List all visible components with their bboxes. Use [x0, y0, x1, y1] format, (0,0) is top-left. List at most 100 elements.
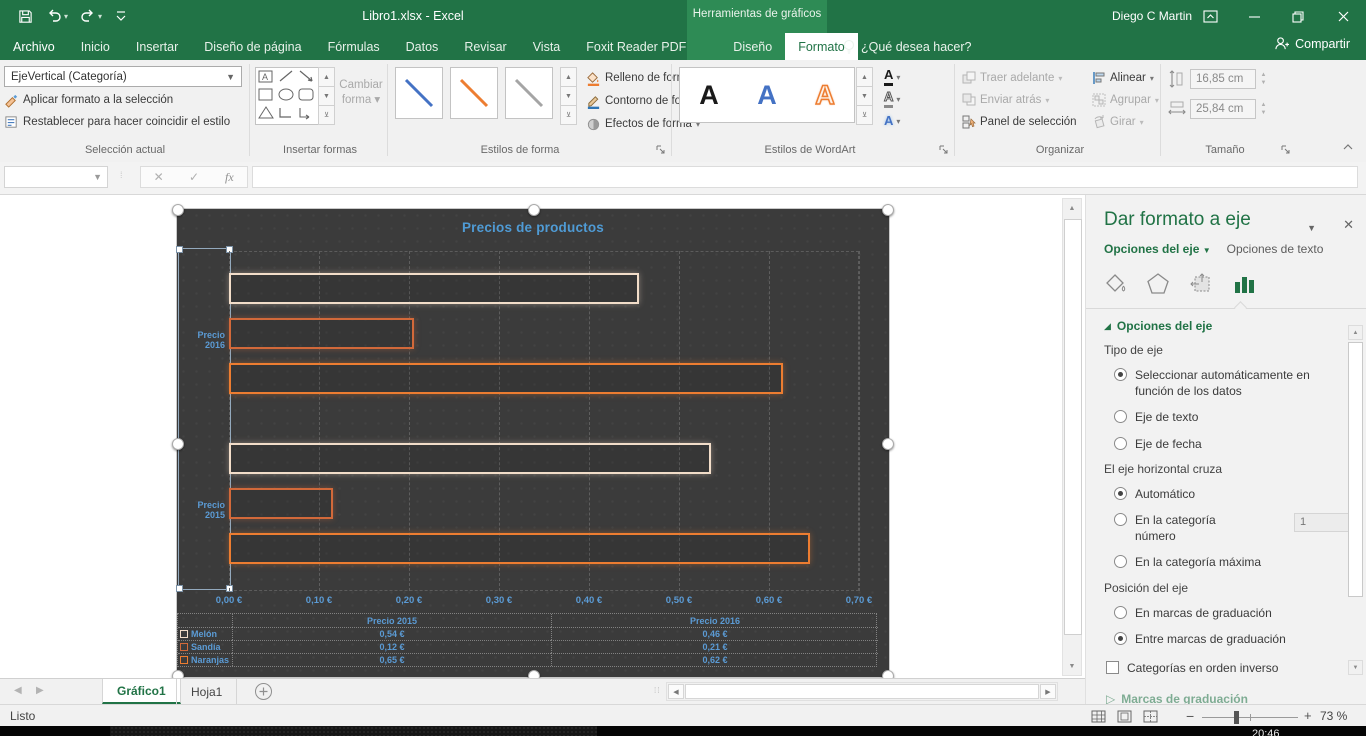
tab-datos[interactable]: Datos — [393, 33, 452, 60]
radio-text-axis[interactable]: Eje de texto — [1114, 409, 1352, 425]
vertical-scroll-thumb[interactable] — [1064, 219, 1082, 635]
gallery-more-button[interactable]: ⊻ — [318, 105, 335, 125]
radio-between-tick-marks[interactable]: Entre marcas de graduación — [1114, 631, 1352, 647]
pane-close-icon[interactable]: ✕ — [1343, 217, 1354, 233]
undo-dropdown-caret[interactable]: ▾ — [64, 12, 68, 21]
tab-formulas[interactable]: Fórmulas — [315, 33, 393, 60]
scroll-down-arrow[interactable]: ▼ — [1064, 658, 1080, 674]
tab-revisar[interactable]: Revisar — [451, 33, 519, 60]
horizontal-scroll-thumb[interactable] — [685, 684, 1039, 699]
scroll-up-arrow[interactable]: ▲ — [1064, 200, 1080, 216]
selection-pane-button[interactable]: Panel de selección — [962, 112, 1077, 132]
horizontal-scrollbar[interactable]: ◀ ▶ — [666, 682, 1058, 701]
page-break-view-button[interactable] — [1138, 707, 1162, 725]
share-button[interactable]: Compartir — [1274, 36, 1350, 51]
bar-Sandía-Precio 2016[interactable] — [229, 318, 414, 349]
pane-scroll-down[interactable]: ▼ — [1348, 660, 1363, 675]
shape-style-thumb-1[interactable] — [395, 67, 443, 119]
wordart-style-black[interactable]: A — [699, 81, 719, 109]
bar-Naranjas-Precio 2016[interactable] — [229, 363, 783, 394]
zoom-out-button[interactable]: − — [1186, 708, 1194, 724]
tab-diseno-herramientas[interactable]: Diseño — [720, 33, 785, 60]
chart-object[interactable]: Precios de productos Precio 2015 Precio 2… — [172, 204, 894, 682]
chart-resize-handle[interactable] — [172, 204, 184, 216]
sheet-tab-grafico1[interactable]: Gráfico1 — [102, 679, 181, 704]
insert-function-button[interactable]: fx — [212, 167, 247, 187]
zoom-percentage[interactable]: 73 % — [1320, 709, 1347, 723]
close-button[interactable] — [1320, 0, 1366, 33]
pane-tab-axis-options[interactable]: Opciones del eje ▼ — [1104, 242, 1211, 256]
bar-Sandía-Precio 2015[interactable] — [229, 488, 333, 519]
styles-down-button[interactable]: ▼ — [560, 86, 577, 106]
chart-data-table[interactable]: Precio 2015 Precio 2016 Melón 0,54 €0,46 € S… — [177, 613, 878, 667]
collapse-ribbon-button[interactable] — [1342, 142, 1354, 152]
chart-element-selector[interactable]: EjeVertical (Categoría) ▼ — [4, 66, 242, 87]
tab-vista[interactable]: Vista — [520, 33, 574, 60]
name-box[interactable]: ▼ — [4, 166, 108, 188]
bar-Naranjas-Precio 2015[interactable] — [229, 533, 810, 564]
apply-format-button[interactable]: Aplicar formato a la selección — [4, 90, 173, 110]
chart-title[interactable]: Precios de productos — [177, 220, 889, 235]
page-layout-view-button[interactable] — [1112, 707, 1136, 725]
sheet-nav-next[interactable]: ▶ — [36, 685, 44, 696]
chart-resize-handle[interactable] — [882, 204, 894, 216]
tab-foxit[interactable]: Foxit Reader PDF — [573, 33, 699, 60]
radio-max-category[interactable]: En la categoría máxima — [1114, 554, 1352, 570]
worksheet-area[interactable]: Precios de productos Precio 2015 Precio 2… — [0, 195, 1085, 682]
vertical-scrollbar[interactable]: ▲ ▼ — [1062, 198, 1082, 676]
save-button[interactable] — [18, 6, 33, 26]
shape-style-thumb-3[interactable] — [505, 67, 553, 119]
wordart-up-button[interactable]: ▲ — [856, 67, 873, 87]
scroll-right-arrow[interactable]: ▶ — [1040, 684, 1056, 699]
undo-button[interactable]: ▾ — [46, 6, 68, 26]
align-button[interactable]: Alinear ▾ — [1092, 68, 1154, 88]
radio-auto-select[interactable]: Seleccionar automáticamente en función d… — [1114, 367, 1352, 399]
chart-resize-handle[interactable] — [172, 438, 184, 450]
size-dialog-launcher[interactable] — [1280, 144, 1292, 156]
pane-scroll-up[interactable]: ▲ — [1348, 325, 1363, 340]
redo-button[interactable]: ▾ — [80, 6, 102, 26]
user-name[interactable]: Diego C Martin — [1112, 9, 1192, 23]
zoom-in-button[interactable]: + — [1304, 708, 1312, 723]
pane-scroll-thumb[interactable] — [1348, 342, 1363, 597]
text-outline-button[interactable]: A ▾ — [883, 89, 900, 108]
pane-tab-text-options[interactable]: Opciones de texto — [1227, 242, 1324, 256]
new-sheet-button[interactable] — [254, 682, 273, 701]
chart-resize-handle[interactable] — [528, 204, 540, 216]
tab-archivo[interactable]: Archivo — [0, 33, 68, 60]
sheet-tab-hoja1[interactable]: Hoja1 — [176, 679, 238, 704]
formula-bar-grip[interactable]: ⁞ — [120, 170, 124, 180]
section-axis-options[interactable]: ◢ Opciones del eje — [1104, 319, 1352, 333]
shapes-gallery[interactable]: A — [255, 67, 319, 125]
size-properties-icon[interactable] — [1188, 272, 1214, 296]
windows-taskbar-sliver[interactable]: 20:46 — [0, 726, 1366, 736]
zoom-slider-thumb[interactable] — [1234, 711, 1239, 724]
text-effects-button[interactable]: A ▾ — [884, 112, 900, 130]
category-axis-selection[interactable] — [176, 246, 233, 592]
wordart-style-blue[interactable]: A — [757, 81, 777, 109]
shape-styles-dialog-launcher[interactable] — [655, 144, 667, 156]
name-box-dropdown[interactable]: ▼ — [93, 172, 107, 182]
wordart-style-orange-outline[interactable]: A — [815, 80, 836, 109]
shape-height-field[interactable]: 16,85 cm — [1190, 69, 1256, 89]
minimize-button[interactable] — [1232, 0, 1276, 33]
text-fill-button[interactable]: A ▾ — [884, 68, 900, 86]
section-tick-marks-clipped[interactable]: ▷ Marcas de graduación — [1106, 692, 1352, 704]
checkbox-reverse-order[interactable]: Categorías en orden inverso — [1106, 660, 1352, 676]
restore-button[interactable] — [1276, 0, 1320, 33]
gallery-up-button[interactable]: ▲ — [318, 67, 335, 87]
wordart-more-button[interactable]: ⊻ — [856, 105, 873, 125]
radio-automatic[interactable]: Automático — [1114, 486, 1352, 502]
ribbon-display-options-button[interactable] — [1188, 0, 1232, 33]
wordart-down-button[interactable]: ▼ — [856, 86, 873, 106]
bar-Melón-Precio 2016[interactable] — [229, 273, 639, 304]
tab-splitter-grip[interactable]: ⁞⁞ — [654, 686, 660, 695]
customize-qat-button[interactable] — [116, 6, 126, 26]
shape-height-spinner[interactable]: ▲ ▼ — [1257, 69, 1270, 89]
normal-view-button[interactable] — [1086, 707, 1110, 725]
chart-resize-handle[interactable] — [882, 438, 894, 450]
shape-width-spinner[interactable]: ▲ ▼ — [1257, 99, 1270, 119]
redo-dropdown-caret[interactable]: ▾ — [98, 12, 102, 21]
axis-selection-handle[interactable] — [176, 585, 183, 592]
wordart-gallery[interactable]: A A A — [679, 67, 855, 123]
